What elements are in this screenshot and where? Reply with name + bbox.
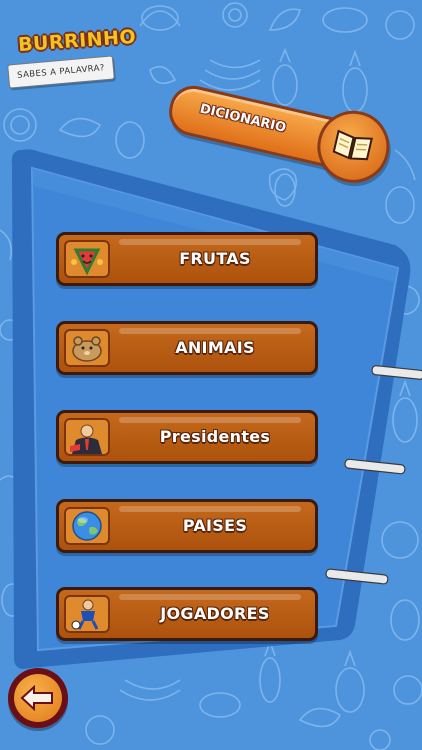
category-button-presidentes[interactable]: Presidentes <box>56 410 318 464</box>
category-label: Presidentes <box>159 427 271 446</box>
category-icon-box <box>64 507 110 545</box>
category-icon-box <box>64 418 110 456</box>
category-button-jogadores[interactable]: JOGADORES <box>56 587 318 641</box>
category-icon-box <box>64 240 110 278</box>
category-button-frutas[interactable]: FRUTAS <box>56 232 318 286</box>
dictionary-button[interactable]: DICIONARIO <box>163 67 399 190</box>
category-label: JOGADORES <box>160 604 270 623</box>
category-label: ANIMAIS <box>175 338 255 357</box>
logo-title: BURRINHO <box>17 25 137 57</box>
category-icon-box <box>64 595 110 633</box>
category-button-paises[interactable]: PAISES <box>56 499 318 553</box>
category-label: PAISES <box>182 516 248 535</box>
category-icon-box <box>64 329 110 367</box>
category-button-animais[interactable]: ANIMAIS <box>56 321 318 375</box>
back-button[interactable] <box>8 668 68 728</box>
logo-subtitle: SABES A PALAVRA? <box>7 55 115 89</box>
app-logo: BURRINHO SABES A PALAVRA? <box>6 26 137 90</box>
category-label: FRUTAS <box>179 249 251 268</box>
